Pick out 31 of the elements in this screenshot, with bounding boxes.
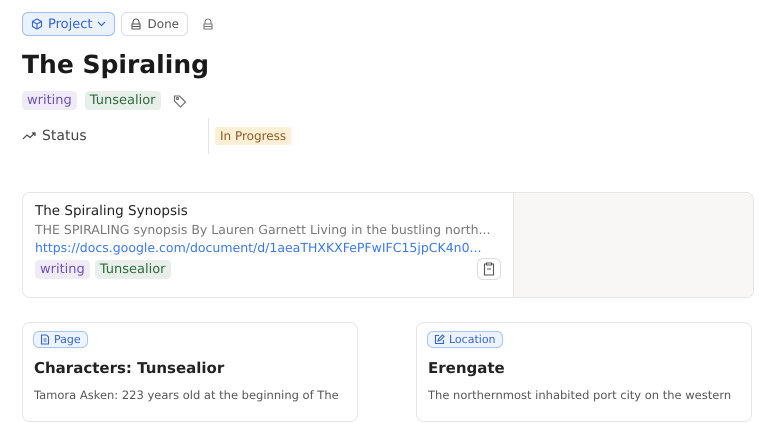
document-link[interactable]: https://docs.google.com/document/d/1aeaTHXKXFePFwIFC15jpCK4n0... [35,240,501,255]
type-badge: Location [427,331,503,348]
cube-icon [31,18,43,30]
tag[interactable]: writing [22,91,77,110]
linked-document-card[interactable]: The Spiraling Synopsis THE SPIRALING synopsis By Lauren Garnett Living in the bustling north... https://docs.google.com/document/d/1aeaTHXKXFePFwIFC15jpCK4n0... writing Tunsealior [22,192,754,298]
done-button[interactable]: Done [121,12,188,36]
tag[interactable]: Tunsealior [84,91,161,110]
lock-icon [202,18,214,30]
card-text: The northernmost inhabited port city on the western [428,387,732,403]
item-card[interactable]: Location Erengate The northernmost inhabited port city on the western [416,322,752,422]
caret-icon [97,21,106,27]
edit-icon [434,334,445,345]
lock-icon [130,18,142,30]
item-card[interactable]: Page Characters: Tunsealior Tamora Asken: 223 years old at the beginning of The [22,322,358,422]
document-title: The Spiraling Synopsis [35,203,189,219]
type-dropdown[interactable]: Project [22,12,116,36]
document-excerpt: THE SPIRALING synopsis By Lauren Garnett Living in the bustling north... [35,222,492,237]
card-title: Characters: Tunsealior [34,359,226,377]
document-icon [40,334,50,345]
tag[interactable]: writing [35,260,90,278]
clipboard-icon [483,262,495,276]
status-value[interactable]: In Progress [215,127,292,145]
card-text: Tamora Asken: 223 years old at the beginning of The [34,387,340,403]
card-title: Erengate [428,359,506,377]
trend-icon [22,131,36,141]
type-badge: Page [33,331,88,348]
clipboard-button[interactable] [477,258,501,280]
tag-icon[interactable] [172,94,187,108]
page-title: The Spiraling [22,50,210,79]
property-label: Status [42,128,87,144]
tag[interactable]: Tunsealior [94,260,171,278]
